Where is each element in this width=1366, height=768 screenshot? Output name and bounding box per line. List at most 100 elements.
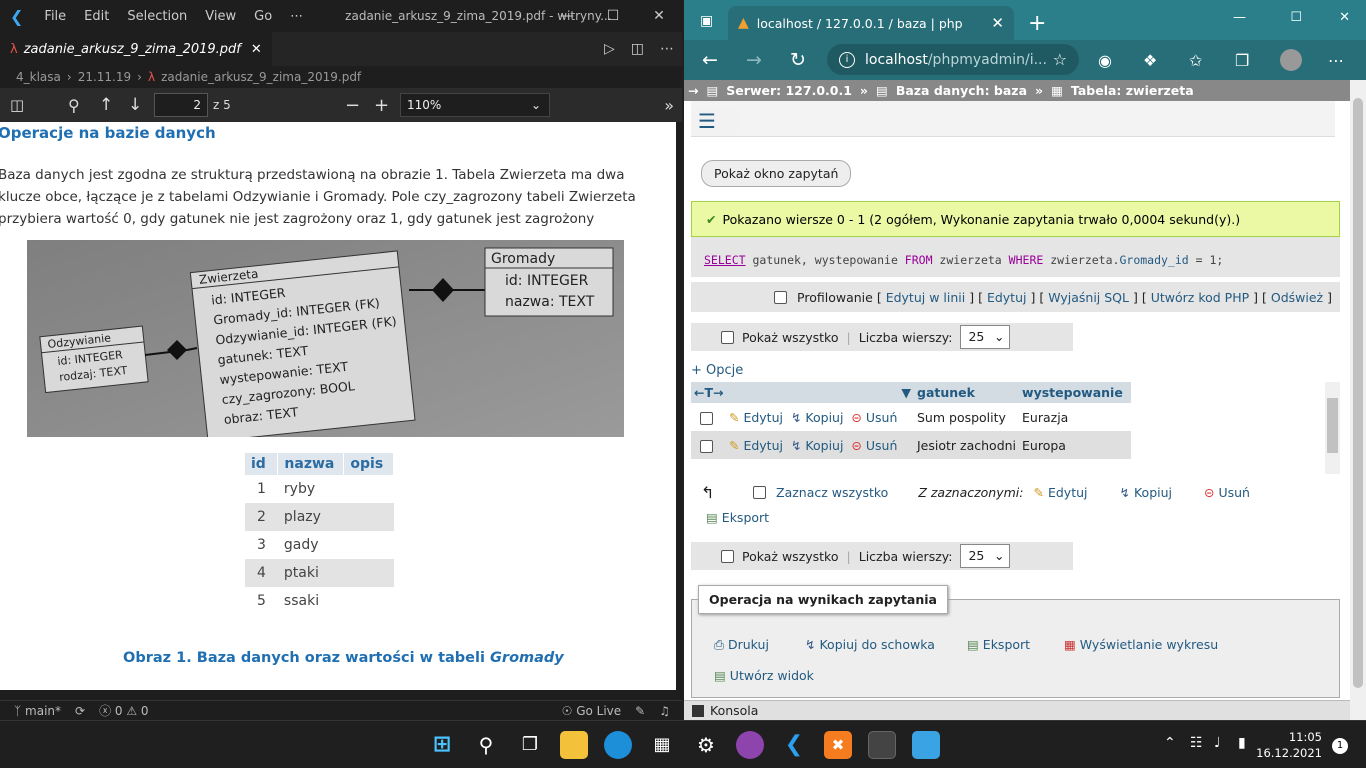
file-explorer-icon[interactable] — [560, 731, 588, 759]
search-icon[interactable]: ⚲ — [68, 96, 80, 115]
collections-icon[interactable]: ❐ — [1235, 51, 1249, 70]
edit-row-link[interactable]: ✎ Edytuj — [729, 410, 783, 425]
store-icon[interactable]: ▦ — [648, 731, 676, 759]
breadcrumb-subfolder[interactable]: 21.11.19 — [78, 70, 131, 84]
sidebar-toggle-icon[interactable]: ◫ — [10, 96, 24, 114]
vscode-icon[interactable]: ❮ — [780, 731, 808, 759]
clock[interactable]: 11:05 16.12.2021 — [1256, 729, 1322, 761]
page-down-icon[interactable]: ↓ — [128, 95, 142, 115]
row-checkbox[interactable] — [700, 411, 713, 425]
edit-row-link[interactable]: ✎ Edytuj — [729, 438, 783, 453]
split-editor-icon[interactable]: ◫ — [631, 41, 644, 57]
tab-actions-icon[interactable]: ▣ — [700, 13, 713, 29]
pdf-scrollbar[interactable] — [676, 122, 682, 690]
go-live-button[interactable]: ☉ Go Live — [562, 704, 622, 718]
notification-badge[interactable]: 1 — [1332, 738, 1348, 754]
menu-selection[interactable]: Selection — [118, 9, 196, 24]
edit-inline-link[interactable]: Edytuj w linii — [886, 290, 966, 305]
refresh-link[interactable]: Odśwież — [1271, 290, 1323, 305]
more-actions-icon[interactable]: ⋯ — [660, 41, 674, 57]
zoom-in-icon[interactable]: + — [374, 95, 389, 116]
extension-icon[interactable]: ◉ — [1098, 51, 1112, 70]
print-link[interactable]: ⎙ Drukuj — [714, 637, 769, 653]
favorite-icon[interactable]: ☆ — [1053, 50, 1067, 69]
snipping-tool-icon[interactable] — [868, 731, 896, 759]
display-chart-link[interactable]: ▦ Wyświetlanie wykresu — [1064, 637, 1218, 652]
bulk-edit-link[interactable]: ✎ Edytuj — [1034, 485, 1088, 500]
maximize-button[interactable]: ☐ — [1290, 10, 1302, 25]
menu-more[interactable]: ⋯ — [281, 9, 312, 24]
menu-go[interactable]: Go — [245, 9, 281, 24]
search-icon[interactable]: ⚲ — [472, 731, 500, 759]
settings-menu-icon[interactable]: ⋯ — [1328, 51, 1344, 70]
more-tools-icon[interactable]: » — [664, 96, 674, 115]
delete-row-link[interactable]: ⊝ Usuń — [851, 438, 897, 453]
close-tab-icon[interactable]: ✕ — [251, 42, 262, 57]
cell-wystepowanie[interactable]: Eurazja — [1019, 403, 1131, 431]
branch-indicator[interactable]: ᛉ main* — [14, 704, 61, 718]
export-link[interactable]: ▤ Eksport — [967, 637, 1030, 652]
minimize-button[interactable]: — — [1233, 10, 1246, 25]
cell-gatunek[interactable]: Jesiotr zachodni — [914, 431, 1020, 459]
show-all-checkbox[interactable] — [721, 549, 734, 563]
cell-wystepowanie[interactable]: Europa — [1019, 431, 1131, 459]
page-scrollbar[interactable] — [1350, 80, 1366, 720]
github-icon[interactable] — [736, 731, 764, 759]
profile-avatar[interactable] — [1280, 49, 1302, 71]
sort-dropdown-icon[interactable]: ▼ — [901, 385, 911, 400]
scroll-thumb[interactable] — [1327, 398, 1338, 453]
column-gatunek[interactable]: gatunek — [914, 382, 1020, 403]
maximize-button[interactable]: ☐ — [590, 0, 636, 32]
column-arrows[interactable]: ←T→ ▼ — [691, 382, 914, 403]
zoom-select[interactable]: 110% ⌄ — [400, 93, 550, 117]
row-checkbox[interactable] — [700, 439, 713, 453]
breadcrumb-file[interactable]: zadanie_arkusz_9_zima_2019.pdf — [161, 70, 361, 84]
console-bar[interactable]: Konsola — [684, 700, 1350, 720]
settings-icon[interactable]: ⚙ — [692, 731, 720, 759]
back-icon[interactable]: ← — [702, 49, 718, 71]
page-up-icon[interactable]: ↑ — [99, 95, 113, 115]
tab-pdf[interactable]: λ zadanie_arkusz_9_zima_2019.pdf ✕ — [0, 32, 272, 66]
close-button[interactable]: ✕ — [1339, 10, 1350, 25]
rows-select[interactable]: 25 ⌄ — [960, 325, 1011, 349]
create-php-link[interactable]: Utwórz kod PHP — [1151, 290, 1249, 305]
edit-link[interactable]: Edytuj — [987, 290, 1027, 305]
copy-row-link[interactable]: ↯ Kopiuj — [791, 410, 844, 425]
menu-file[interactable]: File — [35, 9, 75, 24]
column-wystepowanie[interactable]: wystepowanie — [1019, 382, 1131, 403]
zoom-out-icon[interactable]: − — [345, 95, 360, 116]
create-view-link[interactable]: ▤ Utwórz widok — [714, 668, 814, 683]
forward-icon[interactable]: → — [746, 49, 762, 71]
edge-icon[interactable] — [604, 731, 632, 759]
check-all-label[interactable]: Zaznacz wszystko — [776, 485, 888, 500]
copy-clipboard-link[interactable]: ↯ Kopiuj do schowka — [805, 637, 935, 652]
start-icon[interactable]: ⊞ — [428, 731, 456, 759]
menu-edit[interactable]: Edit — [75, 9, 118, 24]
results-scrollbar[interactable] — [1325, 382, 1340, 474]
menu-view[interactable]: View — [196, 9, 245, 24]
bulk-copy-link[interactable]: ↯ Kopiuj — [1120, 485, 1173, 500]
refresh-icon[interactable]: ↻ — [790, 49, 806, 71]
profiling-checkbox[interactable] — [774, 290, 788, 304]
explain-sql-link[interactable]: Wyjaśnij SQL — [1048, 290, 1129, 305]
xampp-icon[interactable]: ✖ — [824, 731, 852, 759]
breadcrumb-folder[interactable]: 4_klasa — [16, 70, 61, 84]
cell-gatunek[interactable]: Sum pospolity — [914, 403, 1019, 431]
close-button[interactable]: ✕ — [636, 0, 682, 32]
problems-indicator[interactable]: ⓧ 0 ⚠ 0 — [99, 702, 148, 719]
close-tab-icon[interactable]: ✕ — [991, 14, 1004, 32]
delete-row-link[interactable]: ⊝ Usuń — [851, 410, 897, 425]
rows-select[interactable]: 25 ⌄ — [960, 544, 1011, 568]
browser-tab[interactable]: ▲ localhost / 127.0.0.1 / baza | php ✕ — [728, 6, 1014, 40]
battery-icon[interactable]: ▮ — [1238, 735, 1246, 751]
breadcrumb-server[interactable]: Serwer: 127.0.0.1 — [726, 83, 852, 98]
notepad-icon[interactable] — [912, 731, 940, 759]
notifications-icon[interactable]: ♫ — [659, 704, 670, 718]
breadcrumb-database[interactable]: Baza danych: baza — [896, 83, 1027, 98]
wifi-icon[interactable]: ☷ — [1190, 735, 1203, 751]
page-number-input[interactable]: 2 — [154, 93, 208, 117]
check-all-checkbox[interactable] — [753, 485, 766, 499]
address-bar[interactable]: i localhost/phpmyadmin/i... ☆ — [827, 44, 1079, 75]
bulk-delete-link[interactable]: ⊝ Usuń — [1204, 485, 1250, 500]
copy-row-link[interactable]: ↯ Kopiuj — [791, 438, 844, 453]
